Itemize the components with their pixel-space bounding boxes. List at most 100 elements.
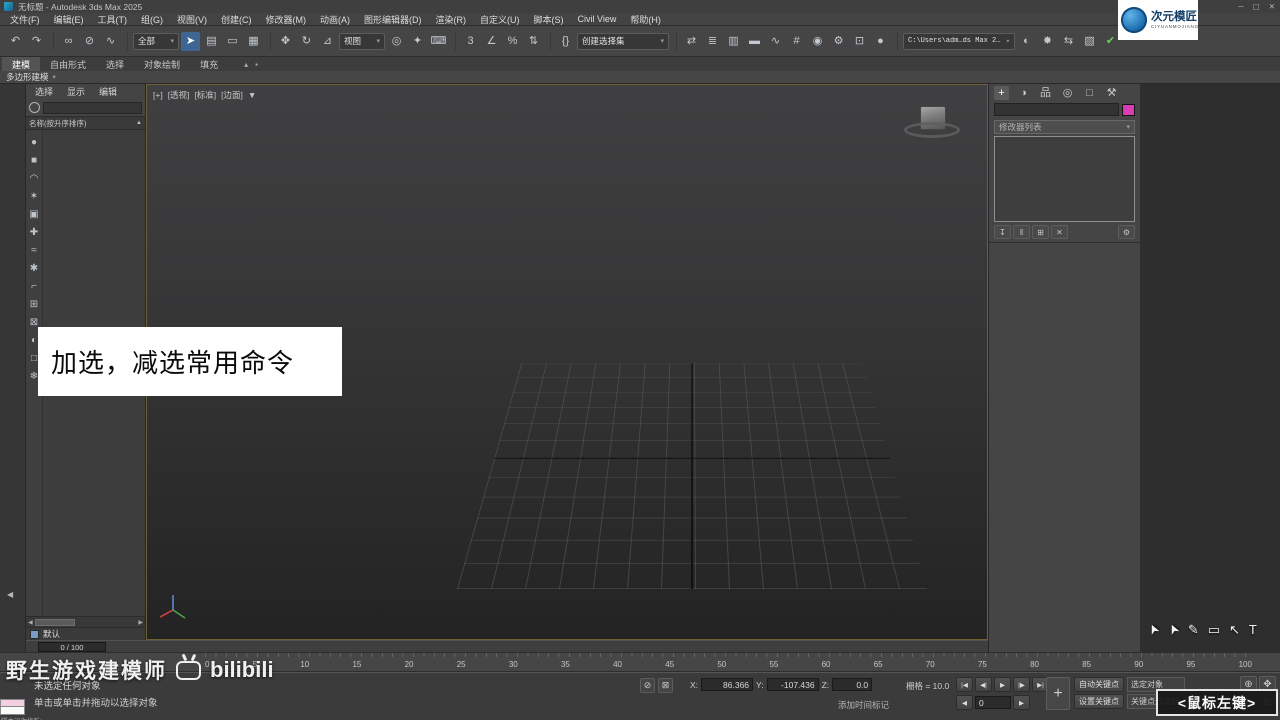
- menu-graph-editors[interactable]: 图形编辑器(D): [357, 13, 429, 26]
- minimize-button[interactable]: ─: [1238, 2, 1243, 11]
- overlay-cursor-icon[interactable]: ➤: [1144, 621, 1162, 637]
- ribbon-layout-icon[interactable]: ▪: [255, 60, 258, 69]
- configure-modifier-sets-icon[interactable]: ⚙: [1118, 225, 1135, 239]
- mirror-icon[interactable]: ⇄: [682, 32, 701, 51]
- overlay-rect-icon[interactable]: ▭: [1208, 623, 1220, 636]
- menu-create[interactable]: 创建(C): [214, 13, 259, 26]
- overlay-pen-icon[interactable]: ✎: [1188, 623, 1199, 636]
- snaps-toggle-icon[interactable]: 3: [461, 32, 480, 51]
- add-time-tag[interactable]: 添加时间标记: [838, 699, 889, 711]
- explorer-horizontal-scrollbar[interactable]: ◀ ▶: [26, 616, 145, 627]
- select-and-scale-icon[interactable]: ⊿: [318, 32, 337, 51]
- menu-edit[interactable]: 编辑(E): [47, 13, 91, 26]
- edit-named-selections-icon[interactable]: {}: [556, 32, 575, 51]
- z-coordinate-field[interactable]: 0.0: [832, 678, 873, 691]
- macro-recorder-field[interactable]: [0, 699, 25, 707]
- keyboard-override-icon[interactable]: ⌨: [429, 32, 448, 51]
- next-frame-button[interactable]: |▶: [1013, 677, 1030, 692]
- select-and-rotate-icon[interactable]: ↻: [297, 32, 316, 51]
- percent-snap-icon[interactable]: %: [503, 32, 522, 51]
- layer-explorer-icon[interactable]: ▥: [724, 32, 743, 51]
- menu-civil-view[interactable]: Civil View: [571, 14, 624, 24]
- auto-key-button[interactable]: 自动关键点: [1074, 677, 1124, 692]
- remove-modifier-icon[interactable]: ✕: [1051, 225, 1068, 239]
- menu-rendering[interactable]: 渲染(R): [429, 13, 474, 26]
- render-production-icon[interactable]: ●: [871, 32, 890, 51]
- viewport-general-menu[interactable]: [+]: [153, 90, 163, 100]
- isolate-selection-icon[interactable]: ⊘: [640, 678, 655, 693]
- material-editor-icon[interactable]: ◉: [808, 32, 827, 51]
- time-slider[interactable]: 0 / 100: [26, 640, 988, 652]
- select-and-link-icon[interactable]: ∞: [59, 32, 78, 51]
- mini-listener-field[interactable]: [0, 707, 25, 715]
- ribbon-tab-freeform[interactable]: 自由形式: [40, 57, 96, 71]
- display-xrefs-icon[interactable]: ⊠: [30, 318, 38, 328]
- explorer-menu-select[interactable]: 选择: [28, 85, 60, 98]
- render-setup-icon[interactable]: ⚙: [829, 32, 848, 51]
- menu-scripting[interactable]: 脚本(S): [527, 13, 571, 26]
- create-tab-icon[interactable]: +: [994, 86, 1009, 100]
- display-frozen-icon[interactable]: ❄: [30, 372, 38, 382]
- spinner-snap-icon[interactable]: ⇅: [524, 32, 543, 51]
- ribbon-show-panels-icon[interactable]: ▴: [244, 60, 248, 69]
- selection-lock-icon[interactable]: ⊠: [658, 678, 673, 693]
- display-particles-icon[interactable]: ✱: [30, 264, 38, 274]
- set-key-big-button[interactable]: +: [1046, 677, 1070, 710]
- y-coordinate-field[interactable]: -107.436: [766, 678, 819, 691]
- select-and-manipulate-icon[interactable]: ✦: [408, 32, 427, 51]
- display-shapes-icon[interactable]: ◠: [30, 174, 39, 184]
- selection-set-icon[interactable]: [30, 629, 39, 639]
- display-tab-icon[interactable]: □: [1082, 86, 1097, 100]
- previous-key-button[interactable]: ◀: [956, 695, 973, 710]
- redo-icon[interactable]: ↷: [27, 32, 46, 51]
- menu-group[interactable]: 组(G): [134, 13, 170, 26]
- explorer-collapse-icon[interactable]: ◀: [7, 590, 13, 599]
- display-space-warps-icon[interactable]: ≈: [31, 246, 37, 256]
- selection-filter-combo[interactable]: 全部: [133, 32, 179, 50]
- rendered-frame-icon[interactable]: ⊡: [850, 32, 869, 51]
- bind-to-space-warp-icon[interactable]: ∿: [101, 32, 120, 51]
- explorer-menu-edit[interactable]: 编辑: [92, 85, 124, 98]
- explorer-search-input[interactable]: [43, 101, 142, 114]
- maximize-button[interactable]: ▢: [1253, 2, 1260, 11]
- modify-tab-icon[interactable]: ◑: [1016, 86, 1031, 100]
- scene-light-icon[interactable]: ✸: [1038, 32, 1057, 51]
- modifier-stack[interactable]: [994, 136, 1135, 222]
- hierarchy-tab-icon[interactable]: 品: [1038, 86, 1053, 100]
- overlay-cursor-add-icon[interactable]: ➤: [1164, 621, 1182, 637]
- object-color-swatch[interactable]: [1122, 103, 1135, 116]
- pin-stack-icon[interactable]: ↧: [994, 225, 1011, 239]
- display-groups-icon[interactable]: ⊞: [30, 300, 38, 310]
- current-frame-field[interactable]: 0: [975, 696, 1011, 709]
- viewport-shading-menu[interactable]: [边面]: [221, 89, 243, 101]
- ribbon-toggle-icon[interactable]: ▬: [745, 32, 764, 51]
- menu-customize[interactable]: 自定义(U): [473, 13, 527, 26]
- project-path-combo[interactable]: C:\Users\adm…ds Max 2025: [903, 32, 1015, 50]
- named-selection-sets-combo[interactable]: 创建选择集: [577, 32, 669, 50]
- motion-tab-icon[interactable]: ◎: [1060, 86, 1075, 100]
- close-button[interactable]: ✕: [1269, 2, 1275, 11]
- display-cameras-icon[interactable]: ▣: [29, 210, 38, 220]
- select-object-icon[interactable]: ➤: [181, 31, 200, 51]
- modifier-list-dropdown[interactable]: 修改器列表: [994, 120, 1135, 134]
- viewport-render-style-menu[interactable]: [标准]: [194, 89, 216, 101]
- display-geometry-icon[interactable]: ■: [31, 156, 37, 166]
- explorer-menu-display[interactable]: 显示: [60, 85, 92, 98]
- select-and-move-icon[interactable]: ✥: [276, 32, 295, 51]
- viewport-menu-caret-icon[interactable]: ▼: [248, 90, 256, 100]
- ribbon-tab-object-paint[interactable]: 对象绘制: [134, 57, 190, 71]
- display-bones-icon[interactable]: ⌐: [31, 282, 37, 292]
- rectangular-selection-region-icon[interactable]: ▭: [223, 32, 242, 51]
- viewport-pov-menu[interactable]: [透视]: [168, 89, 190, 101]
- angle-snap-icon[interactable]: ∠: [482, 32, 501, 51]
- scrollbar-thumb[interactable]: [34, 618, 75, 626]
- menu-animation[interactable]: 动画(A): [313, 13, 357, 26]
- scroll-left-icon[interactable]: ◀: [28, 619, 33, 626]
- scene-converter-icon[interactable]: ⇆: [1059, 32, 1078, 51]
- view-cube[interactable]: [904, 104, 962, 158]
- explorer-sort-header[interactable]: 名称(按升序排序) ▲: [26, 116, 145, 130]
- asset-browser-icon[interactable]: ▧: [1080, 32, 1099, 51]
- unlink-selection-icon[interactable]: ⊘: [80, 32, 99, 51]
- use-pivot-center-icon[interactable]: ◎: [387, 32, 406, 51]
- next-key-button[interactable]: ▶: [1013, 695, 1030, 710]
